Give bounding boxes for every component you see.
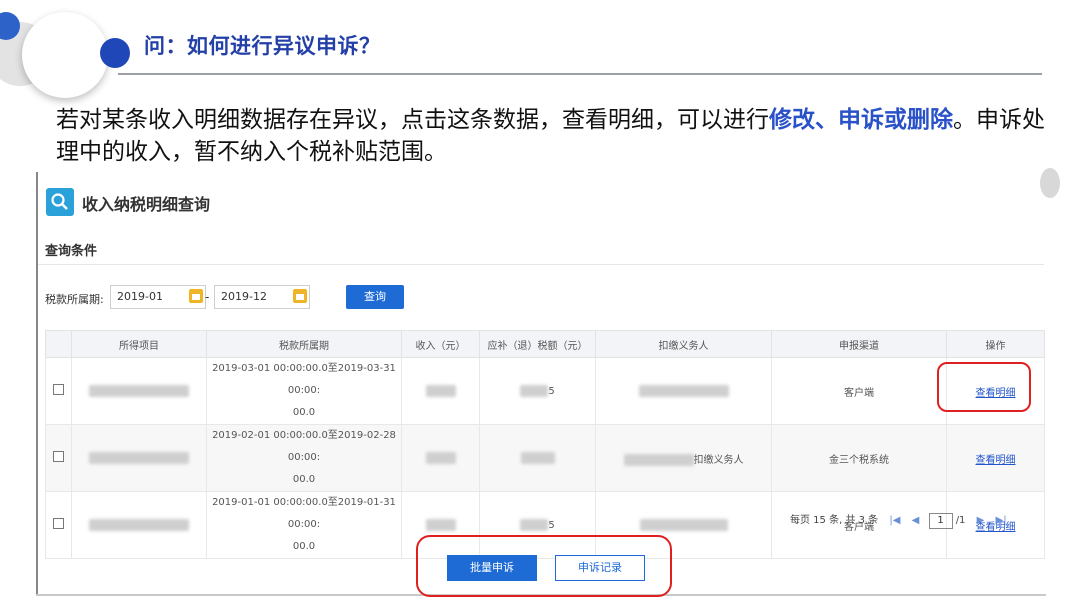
period-line: 00.0 [292,474,316,485]
header-withholder: 扣缴义务人 [595,330,772,358]
header-divider [118,73,1042,75]
period-line: 00.0 [292,541,316,552]
pager-summary: 每页 15 条, 共 3 条 [790,515,879,526]
intro-highlight: 修改、申诉或删除 [769,107,953,133]
redacted-value [520,385,549,397]
channel-cell: 客户端 [771,357,947,425]
first-page-icon[interactable]: |◀ [889,515,900,526]
header-income-item: 所得项目 [71,330,207,358]
table-header-row: 所得项目 税款所属期 收入（元） 应补（退）税额（元） 扣缴义务人 申报渠道 操… [45,330,1045,358]
search-icon [46,188,74,216]
channel-cell: 金三个税系统 [771,424,947,492]
query-button[interactable]: 查询 [346,285,404,309]
redacted-value [520,519,549,531]
section-title: 查询条件 [45,244,98,259]
prev-page-icon[interactable]: ◀ [912,515,920,526]
period-line: 2019-01-01 00:00:00.0至2019-01-31 00:00: [212,497,396,530]
redacted-value [89,385,189,397]
panel-border-left [36,172,38,596]
redacted-value [425,519,456,531]
period-cell: 2019-02-01 00:00:00.0至2019-02-28 00:00: 0… [206,424,402,492]
income-item-cell [71,357,207,425]
view-detail-link[interactable]: 查看明细 [976,455,1016,466]
intro-text: 若对某条收入明细数据存在异议，点击这条数据，查看明细，可以进行修改、申诉或删除。… [56,104,1046,168]
row-checkbox-cell[interactable] [45,424,72,492]
decor-circle-white [22,12,108,98]
pagination: 每页 15 条, 共 3 条 |◀ ◀ 1 /1 ▶ ▶| [790,511,1007,529]
tax-cell: 5 [479,357,596,425]
redacted-value [425,385,456,397]
withholder-text: 扣缴义务人 [693,454,744,466]
period-cell: 2019-03-01 00:00:00.0至2019-03-31 00:00: 0… [206,357,402,425]
withholder-cell [595,357,772,425]
page-number-input[interactable]: 1 [928,513,953,529]
tax-suffix: 5 [548,386,555,397]
header-action: 操作 [946,330,1045,358]
period-line: 00.0 [292,407,316,418]
panel-title: 收入纳税明细查询 [82,195,211,214]
header-channel: 申报渠道 [771,330,947,358]
header-income: 收入（元） [401,330,480,358]
row-checkbox[interactable] [53,384,64,395]
redacted-value [89,519,189,531]
income-item-cell [71,424,207,492]
redacted-value [623,453,694,466]
income-cell [401,357,480,425]
header-tax-amount: 应补（退）税额（元） [479,330,596,358]
last-page-icon[interactable]: ▶| [996,515,1007,526]
period-cell: 2019-01-01 00:00:00.0至2019-01-31 00:00: 0… [206,491,402,559]
tax-suffix: 5 [548,520,555,531]
row-checkbox[interactable] [53,518,64,529]
action-cell[interactable]: 查看明细 [946,424,1045,492]
highlight-box-actions [416,535,672,597]
date-separator: - [205,290,210,304]
table-row[interactable]: 2019-03-01 00:00:00.0至2019-03-31 00:00: 0… [45,357,1045,425]
period-line: 2019-02-01 00:00:00.0至2019-02-28 00:00: [212,430,396,463]
row-checkbox[interactable] [53,451,64,462]
header-select [45,330,72,358]
income-cell [401,424,480,492]
total-pages: /1 [955,515,966,526]
redacted-value [425,452,456,464]
period-label: 税款所属期: [45,293,104,306]
highlight-box-detail [937,362,1031,412]
decor-edge-circle [1040,168,1060,198]
header-tax-period: 税款所属期 [206,330,402,358]
row-checkbox-cell[interactable] [45,357,72,425]
period-line: 2019-03-01 00:00:00.0至2019-03-31 00:00: [212,363,396,396]
calendar-icon[interactable] [189,289,203,303]
question-title: 问：如何进行异议申诉？ [144,34,381,58]
redacted-value [639,519,728,531]
income-item-cell [71,491,207,559]
section-divider [38,264,1044,265]
calendar-icon[interactable] [293,289,307,303]
tax-cell [479,424,596,492]
row-checkbox-cell[interactable] [45,491,72,559]
table-row[interactable]: 2019-02-01 00:00:00.0至2019-02-28 00:00: 0… [45,424,1045,492]
redacted-value [89,452,189,464]
redacted-value [638,385,729,397]
redacted-value [520,452,555,464]
bullet-dot [100,38,130,68]
intro-part1: 若对某条收入明细数据存在异议，点击这条数据，查看明细，可以进行 [56,107,769,133]
next-page-icon[interactable]: ▶ [977,515,985,526]
withholder-cell: 扣缴义务人 [595,424,772,492]
